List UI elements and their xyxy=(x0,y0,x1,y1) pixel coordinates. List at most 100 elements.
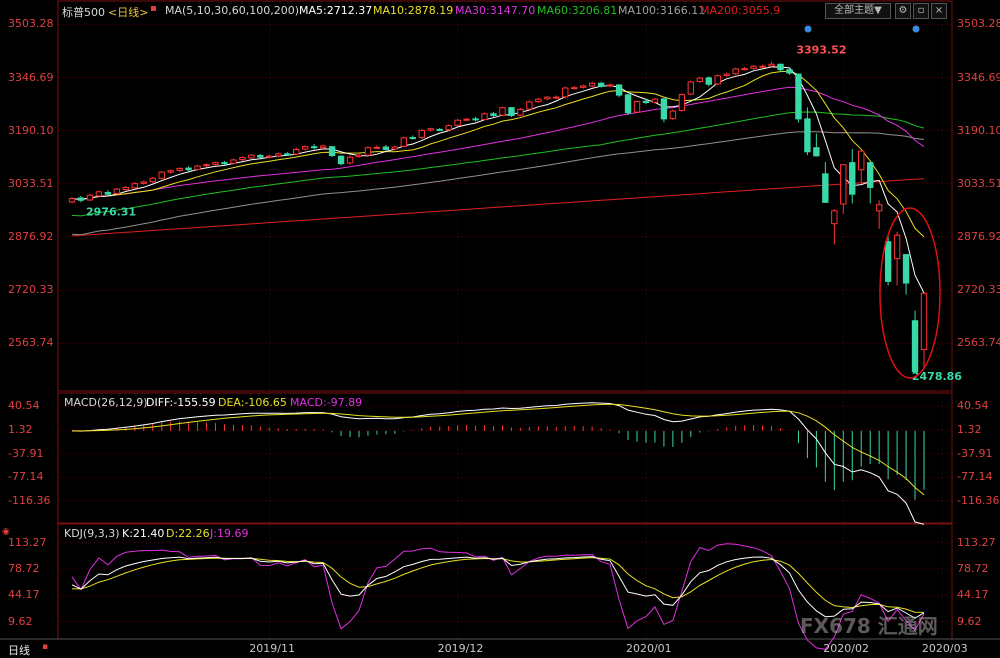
ma100-value: MA100:3166.11 xyxy=(618,4,706,17)
candle-body xyxy=(301,146,309,150)
macd-axis-label-left: 1.32 xyxy=(8,423,33,437)
tab-dropdown-icon[interactable]: ▪ xyxy=(42,642,48,652)
candle-body xyxy=(194,165,201,170)
settings-icon[interactable]: ⚙ xyxy=(895,3,911,19)
candle-body xyxy=(517,108,524,116)
watermark-logo: FX678 汇通网 xyxy=(800,614,938,638)
date-axis-label: 2019/12 xyxy=(437,642,484,655)
macd-panel-frame xyxy=(57,392,953,524)
highlight-ellipse xyxy=(879,207,941,379)
close-icon[interactable]: × xyxy=(931,3,947,19)
chart-window: 3393.52 2976.31 2478.86 标普500 <日线> ▪ MA(5,… xyxy=(0,0,1000,658)
candle-body xyxy=(840,164,847,205)
price-axis-label-left: 3033.51 xyxy=(8,176,54,190)
period-selector[interactable]: <日线> xyxy=(108,4,148,20)
candle-body xyxy=(615,84,623,96)
candle-body xyxy=(319,145,327,149)
candle-body xyxy=(759,65,766,68)
kdj-axis-label-left: 9.62 xyxy=(8,614,33,628)
macd-axis-label-left: 40.54 xyxy=(8,399,40,413)
candle-body xyxy=(337,155,345,165)
date-axis-label: 2020/03 xyxy=(921,642,968,655)
candle-body xyxy=(786,69,793,74)
candle-body xyxy=(257,155,264,158)
price-axis-label-right: 2876.92 xyxy=(957,229,1000,243)
macd-axis-label-right: -116.36 xyxy=(957,493,1000,507)
candle-body xyxy=(624,94,632,114)
candle-body xyxy=(418,129,425,139)
event-marker-icon xyxy=(804,25,812,33)
candle-body xyxy=(445,125,452,131)
candle-body xyxy=(866,162,874,188)
candle-body xyxy=(669,110,677,120)
candle-body xyxy=(813,147,820,157)
candle-body xyxy=(131,183,138,189)
candle-body xyxy=(633,101,641,113)
ma10-value: MA10:2878.19 xyxy=(373,4,454,17)
theme-button[interactable]: 全部主题▼ xyxy=(825,3,891,19)
kdj-j-value: J:19.69 xyxy=(210,527,249,540)
candle-body xyxy=(86,194,94,201)
price-axis-label-right: 3033.51 xyxy=(957,176,1000,190)
candle-body xyxy=(902,254,910,284)
kdj-k-value: K:21.40 xyxy=(122,527,165,540)
date-axis-label: 2020/01 xyxy=(625,642,672,655)
ma-spec: MA(5,10,30,60,100,200) xyxy=(165,4,300,17)
candle-body xyxy=(696,77,703,83)
candle-body xyxy=(364,147,372,156)
kdj-axis-label-right: 113.27 xyxy=(957,535,996,549)
fullscreen-icon[interactable]: ▫ xyxy=(913,3,929,19)
candle-body xyxy=(293,148,300,155)
macd-diff-value: DIFF:-155.59 xyxy=(146,396,216,409)
candle-body xyxy=(113,188,121,195)
price-axis-label-left: 3503.28 xyxy=(8,17,54,31)
candle-body xyxy=(328,146,336,157)
candle-body xyxy=(77,197,85,201)
price-axis-label-right: 3190.10 xyxy=(957,123,1000,137)
candle-body xyxy=(651,98,659,103)
candle-body xyxy=(884,241,892,282)
candle-body xyxy=(562,87,569,98)
price-axis-label-right: 2563.74 xyxy=(957,336,1000,350)
price-axis-label-left: 2563.74 xyxy=(8,336,54,350)
kdj-k-line xyxy=(71,556,925,619)
price-axis-label-right: 3346.69 xyxy=(957,70,1000,84)
candle-body xyxy=(875,204,883,212)
candle-body xyxy=(104,192,112,195)
symbol-title: 标普500 xyxy=(62,6,105,19)
candle-body xyxy=(920,292,928,351)
macd-axis-label-left: -37.91 xyxy=(8,446,44,460)
period-tab[interactable]: 日线 xyxy=(8,642,30,658)
kdj-spec: KDJ(9,3,3) xyxy=(64,527,120,540)
macd-axis-label-left: -116.36 xyxy=(8,493,51,507)
candle-body xyxy=(436,128,443,131)
dropdown-icon[interactable]: ▪ xyxy=(150,3,157,14)
candle-body xyxy=(409,137,416,140)
price-panel-frame xyxy=(57,0,953,392)
candle-body xyxy=(221,162,228,165)
candle-body xyxy=(911,320,919,373)
candle-body xyxy=(481,113,488,121)
ma60-value: MA60:3206.81 xyxy=(537,4,618,17)
candle-body xyxy=(463,118,470,121)
candle-body xyxy=(597,82,605,87)
candle-body xyxy=(687,81,695,95)
price-axis-label-left: 2876.92 xyxy=(8,229,54,243)
macd-axis-label-right: -37.91 xyxy=(957,446,993,460)
theme-button-label: 全部主题 xyxy=(834,5,875,16)
macd-dea-line xyxy=(72,403,925,496)
price-axis-label-right: 3503.28 xyxy=(957,17,1000,31)
date-axis-label: 2020/02 xyxy=(823,642,869,655)
ma200-value: MA200:3055.9 xyxy=(700,4,781,17)
candle-body xyxy=(768,63,775,67)
kdj-j-line xyxy=(71,543,925,650)
kdj-axis-label-right: 44.17 xyxy=(957,588,989,602)
candle-body xyxy=(795,73,802,120)
candle-body xyxy=(508,107,515,116)
candle-body xyxy=(239,157,246,161)
candle-body xyxy=(777,63,784,71)
price-axis-label-left: 3346.69 xyxy=(8,70,54,84)
price-axis-label-left: 3190.10 xyxy=(8,123,54,137)
candle-body xyxy=(158,171,165,179)
kdj-d-value: D:22.26 xyxy=(166,527,210,540)
